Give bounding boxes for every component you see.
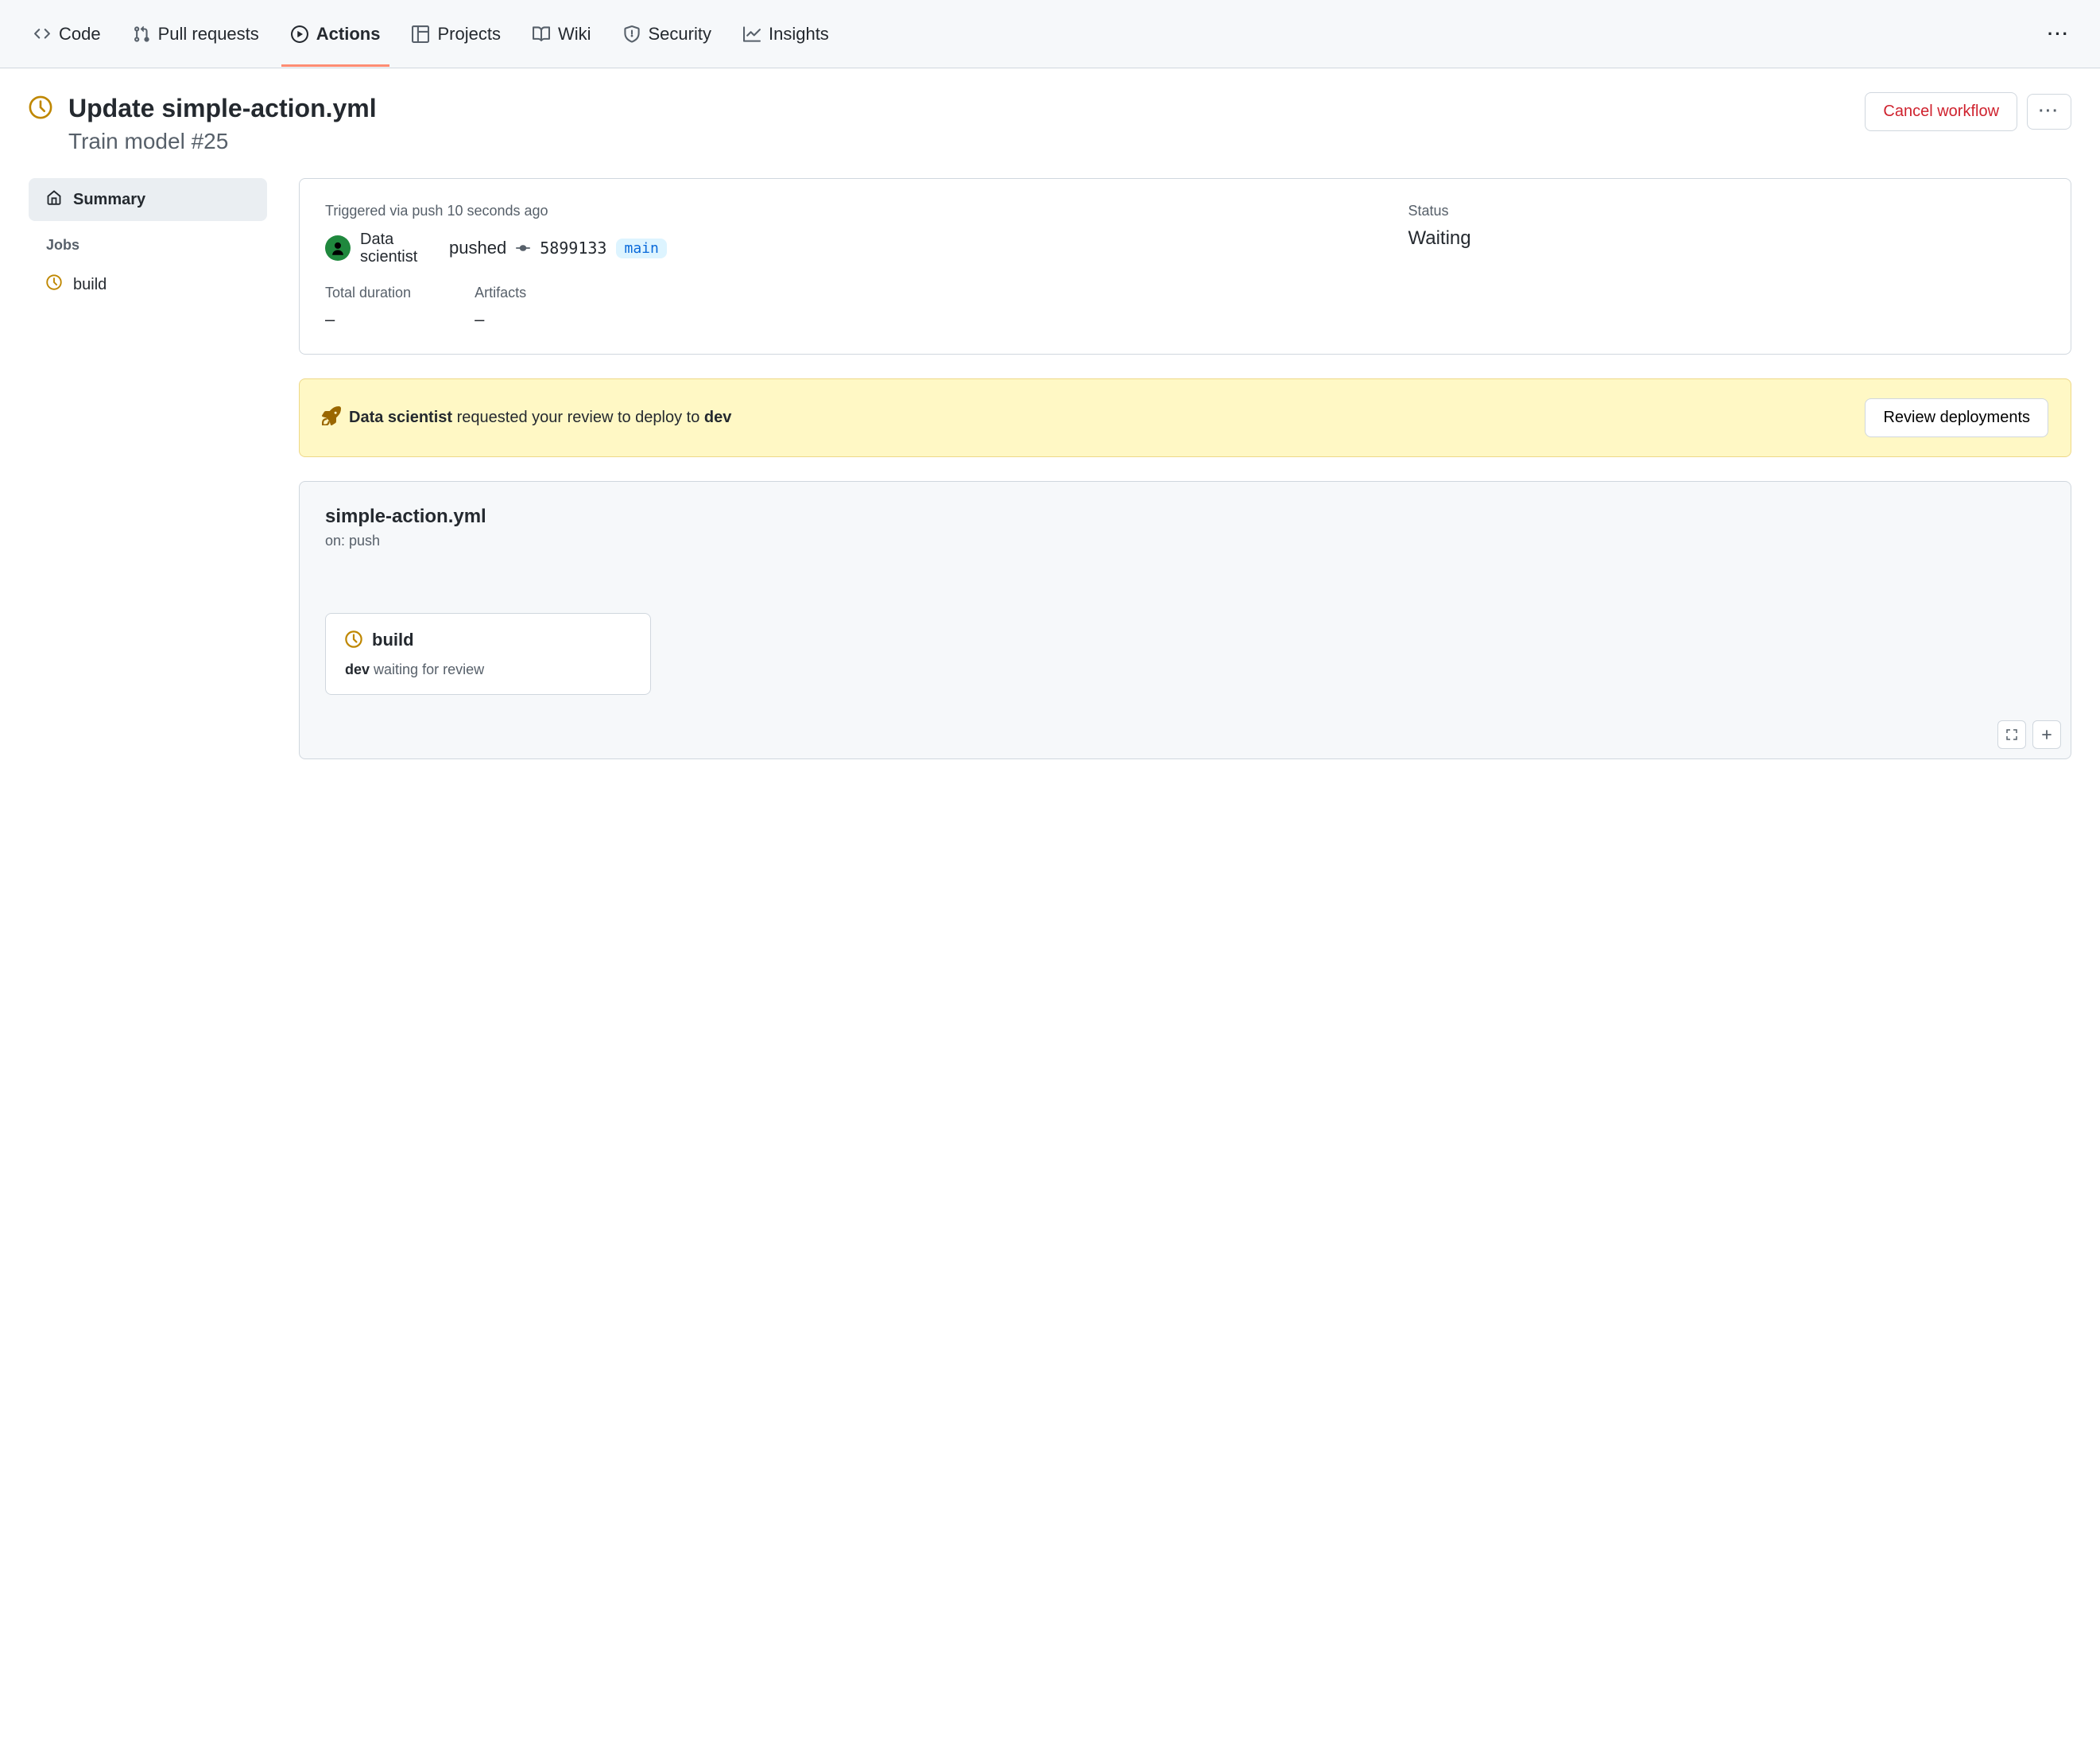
sidebar-jobs-heading: Jobs xyxy=(29,221,267,263)
nav-label: Wiki xyxy=(558,24,591,45)
cancel-workflow-button[interactable]: Cancel workflow xyxy=(1865,92,2017,131)
avatar[interactable] xyxy=(325,235,351,261)
status-value: Waiting xyxy=(1408,227,2045,250)
fullscreen-button[interactable] xyxy=(1997,720,2026,749)
nav-wiki[interactable]: Wiki xyxy=(529,2,595,67)
branch-pill[interactable]: main xyxy=(616,239,666,258)
artifacts-label: Artifacts xyxy=(475,285,526,301)
zoom-in-button[interactable] xyxy=(2032,720,2061,749)
review-deployments-button[interactable]: Review deployments xyxy=(1865,398,2048,437)
nav-label: Projects xyxy=(437,24,500,45)
trigger-line: Triggered via push 10 seconds ago xyxy=(325,203,1360,219)
review-actor: Data scientist xyxy=(349,409,452,426)
run-subtitle: Train model #25 xyxy=(68,129,377,154)
waiting-icon xyxy=(345,630,362,650)
workflow-trigger: on: push xyxy=(325,533,2045,549)
workflow-graph-card: simple-action.yml on: push build dev wai… xyxy=(299,481,2071,759)
home-icon xyxy=(46,189,62,210)
nav-label: Insights xyxy=(769,24,829,45)
nav-label: Actions xyxy=(316,24,381,45)
actor-name[interactable]: Data scientist xyxy=(360,231,440,266)
status-label: Status xyxy=(1408,203,2045,219)
waiting-icon xyxy=(46,274,62,295)
review-env: dev xyxy=(704,409,731,426)
table-icon xyxy=(412,25,429,43)
summary-card: Triggered via push 10 seconds ago Data s… xyxy=(299,178,2071,355)
waiting-icon xyxy=(29,95,52,122)
workflow-file-name: simple-action.yml xyxy=(325,506,2045,528)
review-message: requested your review to deploy to xyxy=(452,409,704,426)
sidebar-summary[interactable]: Summary xyxy=(29,178,267,221)
action-word: pushed xyxy=(449,238,506,258)
run-header: Update simple-action.yml Train model #25… xyxy=(29,92,2071,154)
run-more-button[interactable]: ··· xyxy=(2027,94,2071,130)
sidebar: Summary Jobs build xyxy=(29,178,267,759)
job-status-text: dev waiting for review xyxy=(345,661,631,678)
artifacts-value: – xyxy=(475,309,526,330)
repo-nav: Code Pull requests Actions Projects Wiki… xyxy=(0,0,2100,68)
sidebar-job-build[interactable]: build xyxy=(29,263,267,306)
play-icon xyxy=(291,25,308,43)
nav-label: Code xyxy=(59,24,101,45)
review-banner: Data scientist requested your review to … xyxy=(299,378,2071,457)
nav-label: Security xyxy=(649,24,711,45)
job-name: build xyxy=(372,630,414,650)
pull-request-icon xyxy=(133,25,150,43)
sidebar-summary-label: Summary xyxy=(73,191,145,209)
code-icon xyxy=(33,25,51,43)
commit-sha[interactable]: 5899133 xyxy=(540,239,606,258)
nav-insights[interactable]: Insights xyxy=(740,2,832,67)
sidebar-job-label: build xyxy=(73,276,107,294)
nav-more-button[interactable]: ··· xyxy=(2048,24,2070,45)
graph-icon xyxy=(743,25,761,43)
nav-security[interactable]: Security xyxy=(620,2,715,67)
nav-actions[interactable]: Actions xyxy=(288,2,384,67)
nav-code[interactable]: Code xyxy=(30,2,104,67)
book-icon xyxy=(533,25,550,43)
commit-icon xyxy=(516,241,530,255)
nav-label: Pull requests xyxy=(158,24,259,45)
shield-icon xyxy=(623,25,641,43)
job-node-build[interactable]: build dev waiting for review xyxy=(325,613,651,695)
rocket-icon xyxy=(322,406,341,430)
nav-projects[interactable]: Projects xyxy=(409,2,503,67)
actor-row: Data scientist pushed 5899133 main xyxy=(325,231,1360,266)
duration-label: Total duration xyxy=(325,285,411,301)
duration-value: – xyxy=(325,309,411,330)
nav-pulls[interactable]: Pull requests xyxy=(130,2,262,67)
run-title: Update simple-action.yml xyxy=(68,92,377,124)
